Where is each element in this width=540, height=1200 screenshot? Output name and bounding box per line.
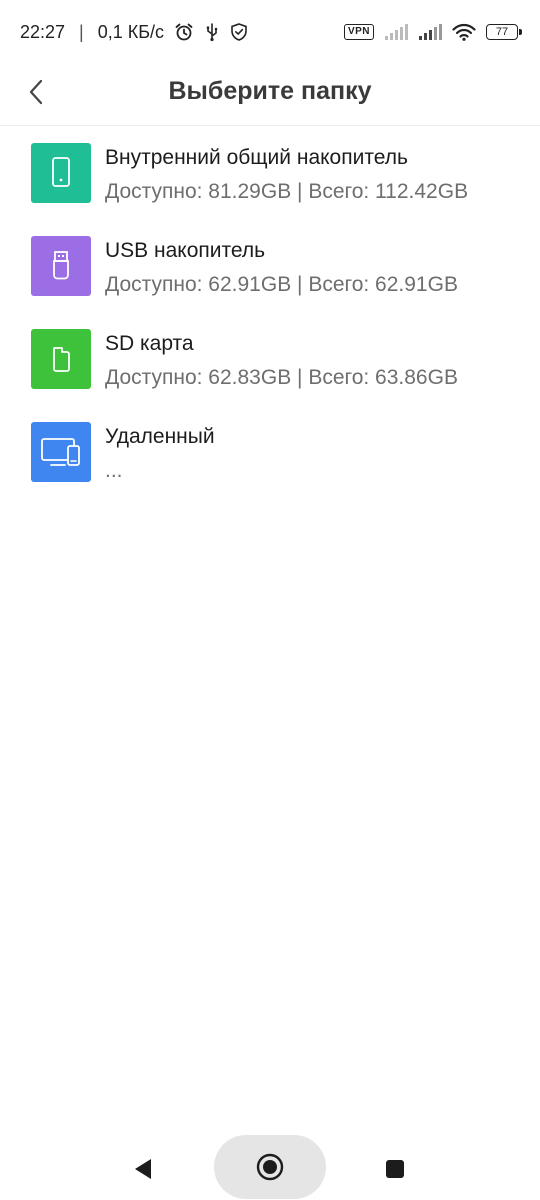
nav-back-button[interactable] (126, 1152, 160, 1186)
status-bar: 22:27 | 0,1 КБ/с VPN 77 (0, 0, 540, 64)
storage-info: Доступно: 62.91GB | Всего: 62.91GB (105, 273, 458, 296)
signal-icon (384, 23, 408, 41)
sd-card-icon (53, 347, 70, 372)
usb-icon (204, 22, 220, 42)
list-item-internal-storage[interactable]: Внутренний общий накопитель Доступно: 81… (0, 128, 540, 221)
usb-storage-tile (31, 236, 91, 296)
storage-name: SD карта (105, 332, 194, 355)
page-title: Выберите папку (168, 77, 372, 105)
status-time: 22:27 (20, 21, 66, 42)
storage-info: Доступно: 81.29GB | Всего: 112.42GB (105, 180, 469, 203)
list-item-sd-card[interactable]: SD карта Доступно: 62.83GB | Всего: 63.8… (0, 314, 540, 407)
remote-tile (31, 422, 91, 482)
usb-drive-icon (53, 251, 69, 280)
storage-name: Внутренний общий накопитель (105, 146, 408, 169)
battery-level: 77 (495, 26, 509, 38)
status-separator: | (79, 21, 84, 42)
signal-icon (418, 23, 442, 41)
storage-name: USB накопитель (105, 239, 266, 262)
status-left: 22:27 | 0,1 КБ/с (20, 22, 248, 43)
battery-icon: 77 (486, 24, 522, 40)
alarm-icon (174, 22, 194, 42)
shield-check-icon (230, 22, 248, 42)
phone-icon (52, 157, 70, 187)
nav-recents-icon (386, 1160, 404, 1178)
internal-storage-tile (31, 143, 91, 203)
status-right: VPN 77 (343, 23, 522, 41)
list-item-usb-storage[interactable]: USB накопитель Доступно: 62.91GB | Всего… (0, 221, 540, 314)
storage-name: Удаленный (105, 425, 215, 448)
wifi-icon (452, 23, 476, 41)
app-header: Выберите папку (0, 64, 540, 126)
storage-info: ... (105, 459, 123, 482)
nav-recents-button[interactable] (378, 1152, 412, 1186)
nav-back-icon (135, 1159, 151, 1179)
list-item-remote[interactable]: Удаленный ... (0, 407, 540, 500)
screen: 22:27 | 0,1 КБ/с VPN 77 Выберите папку В… (0, 0, 540, 1200)
storage-info: Доступно: 62.83GB | Всего: 63.86GB (105, 366, 458, 389)
sd-card-tile (31, 329, 91, 389)
navigation-bar (0, 1134, 540, 1200)
storage-list: Внутренний общий накопитель Доступно: 81… (0, 128, 540, 500)
vpn-badge: VPN (343, 24, 374, 40)
nav-home-button[interactable] (214, 1135, 326, 1199)
status-net-speed: 0,1 КБ/с (97, 21, 165, 42)
nav-home-icon (256, 1153, 284, 1181)
remote-devices-icon (41, 438, 80, 466)
